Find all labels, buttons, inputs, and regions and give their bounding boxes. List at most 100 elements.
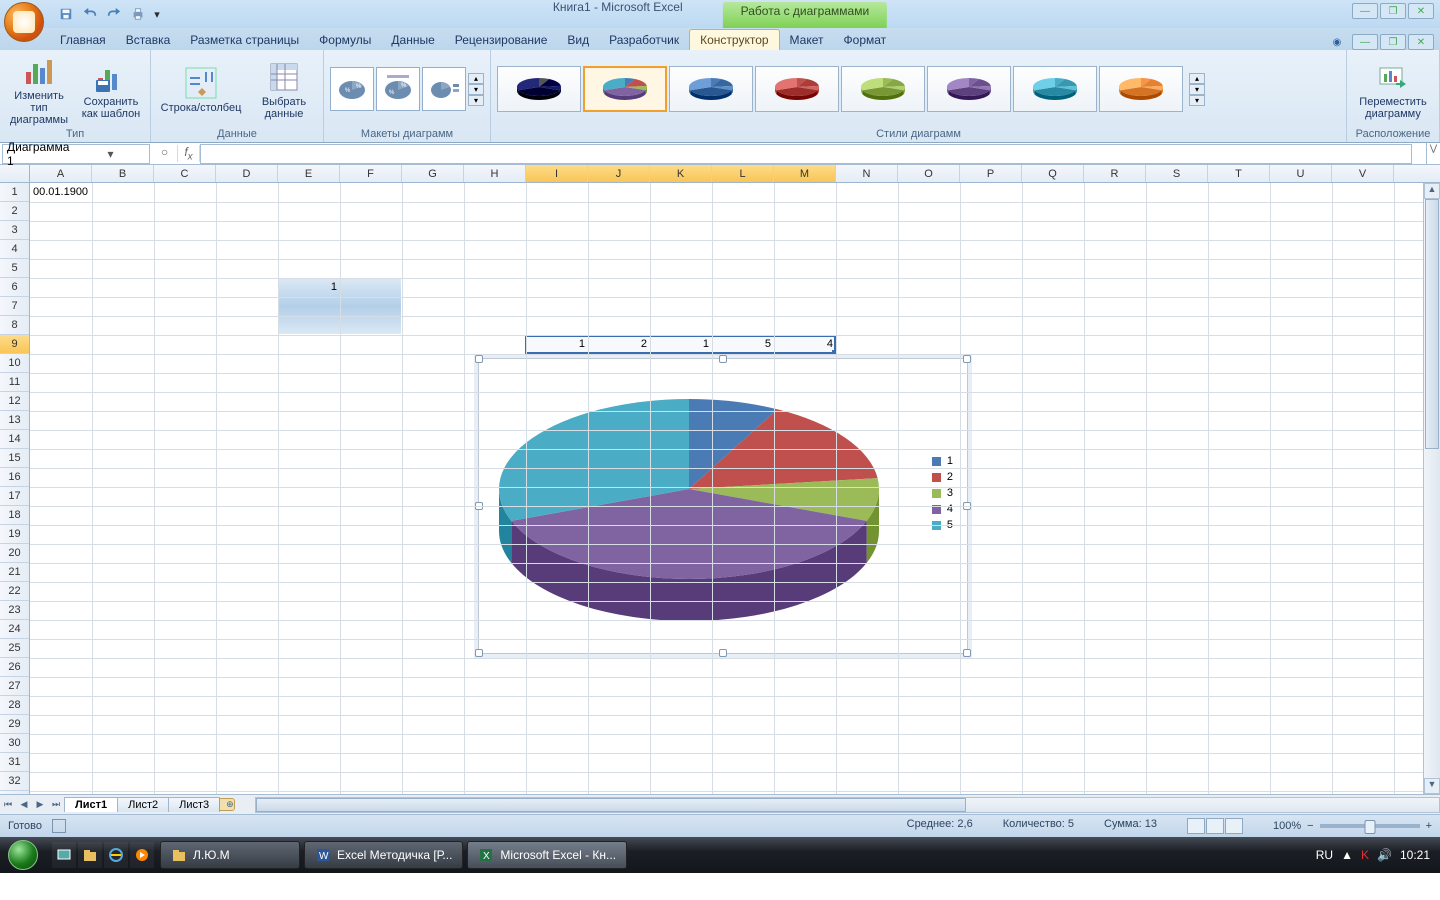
chart-style-3[interactable] xyxy=(669,66,753,112)
ql-explorer-icon[interactable] xyxy=(78,842,102,868)
ribbon-tab-Вид[interactable]: Вид xyxy=(557,30,599,50)
col-header-C[interactable]: C xyxy=(154,165,216,182)
sheet-tab-Лист2[interactable]: Лист2 xyxy=(117,797,169,812)
row-header-9[interactable]: 9 xyxy=(0,335,29,354)
horizontal-scrollbar[interactable] xyxy=(255,797,1440,813)
ql-desktop-icon[interactable] xyxy=(52,842,76,868)
row-header-15[interactable]: 15 xyxy=(0,449,29,468)
row-header-30[interactable]: 30 xyxy=(0,734,29,753)
change-chart-type-button[interactable]: Изменить тип диаграммы xyxy=(6,52,72,126)
help-icon[interactable]: ◉ xyxy=(1324,34,1350,50)
scroll-thumb-v[interactable] xyxy=(1425,199,1439,449)
ribbon-tab-Формулы[interactable]: Формулы xyxy=(309,30,381,50)
row-header-17[interactable]: 17 xyxy=(0,487,29,506)
chart-style-7[interactable] xyxy=(1013,66,1097,112)
row-header-20[interactable]: 20 xyxy=(0,544,29,563)
view-normal-icon[interactable] xyxy=(1187,818,1205,834)
row-header-29[interactable]: 29 xyxy=(0,715,29,734)
doc-restore-button[interactable]: ❐ xyxy=(1380,34,1406,50)
col-header-E[interactable]: E xyxy=(278,165,340,182)
cell-K9[interactable]: 1 xyxy=(650,335,712,354)
macro-record-icon[interactable] xyxy=(52,819,66,833)
doc-minimize-button[interactable]: — xyxy=(1352,34,1378,50)
row-header-23[interactable]: 23 xyxy=(0,601,29,620)
office-button[interactable] xyxy=(4,2,44,42)
taskbar-item-0[interactable]: Л.Ю.М xyxy=(160,841,300,869)
legend-item-4[interactable]: 4 xyxy=(932,503,953,515)
ql-ie-icon[interactable] xyxy=(104,842,128,868)
row-header-28[interactable]: 28 xyxy=(0,696,29,715)
col-header-T[interactable]: T xyxy=(1208,165,1270,182)
col-header-V[interactable]: V xyxy=(1332,165,1394,182)
col-header-U[interactable]: U xyxy=(1270,165,1332,182)
row-header-12[interactable]: 12 xyxy=(0,392,29,411)
sheet-tab-Лист1[interactable]: Лист1 xyxy=(64,797,118,812)
taskbar-item-1[interactable]: WExcel Методичка [Р... xyxy=(304,841,463,869)
row-header-19[interactable]: 19 xyxy=(0,525,29,544)
row-header-18[interactable]: 18 xyxy=(0,506,29,525)
layout-thumb-3[interactable] xyxy=(422,67,466,111)
row-header-26[interactable]: 26 xyxy=(0,658,29,677)
tray-clock[interactable]: 10:21 xyxy=(1400,848,1430,862)
ribbon-tab-Разметка страницы[interactable]: Разметка страницы xyxy=(180,30,309,50)
layout-thumb-2[interactable]: %% xyxy=(376,67,420,111)
ribbon-tab-Главная[interactable]: Главная xyxy=(50,30,116,50)
col-header-B[interactable]: B xyxy=(92,165,154,182)
scroll-up-icon[interactable]: ▲ xyxy=(1424,183,1440,199)
col-header-D[interactable]: D xyxy=(216,165,278,182)
chart-style-2[interactable] xyxy=(583,66,667,112)
legend-item-2[interactable]: 2 xyxy=(932,471,953,483)
qat-print-icon[interactable] xyxy=(128,4,148,24)
ribbon-tab-Макет[interactable]: Макет xyxy=(780,30,834,50)
col-header-S[interactable]: S xyxy=(1146,165,1208,182)
ql-media-icon[interactable] xyxy=(130,842,154,868)
formula-input[interactable] xyxy=(200,144,1412,164)
new-sheet-icon[interactable]: ⊕ xyxy=(219,798,235,811)
ribbon-tab-Данные[interactable]: Данные xyxy=(381,30,444,50)
scroll-down-icon[interactable]: ▼ xyxy=(1424,778,1440,794)
zoom-in-icon[interactable]: + xyxy=(1426,820,1432,832)
col-header-R[interactable]: R xyxy=(1084,165,1146,182)
vertical-scrollbar[interactable]: ▲ ▼ xyxy=(1423,183,1440,794)
tab-nav-next-icon[interactable]: ▶ xyxy=(32,799,48,810)
ribbon-tab-Разработчик[interactable]: Разработчик xyxy=(599,30,689,50)
name-box[interactable]: Диаграмма 1 ▾ xyxy=(2,144,150,164)
styles-scroll[interactable]: ▴▾▾ xyxy=(1189,73,1205,106)
tray-volume-icon[interactable]: 🔊 xyxy=(1377,848,1392,862)
close-button[interactable]: ✕ xyxy=(1408,3,1434,19)
tray-shield-icon[interactable]: ▲ xyxy=(1341,848,1353,862)
row-header-32[interactable]: 32 xyxy=(0,772,29,791)
col-header-L[interactable]: L xyxy=(712,165,774,182)
view-layout-icon[interactable] xyxy=(1206,818,1224,834)
layout-thumb-1[interactable]: %% xyxy=(330,67,374,111)
chart-style-4[interactable] xyxy=(755,66,839,112)
cell-J9[interactable]: 2 xyxy=(588,335,650,354)
row-header-21[interactable]: 21 xyxy=(0,563,29,582)
qat-redo-icon[interactable] xyxy=(104,4,124,24)
ribbon-tab-Рецензирование[interactable]: Рецензирование xyxy=(445,30,558,50)
start-button[interactable] xyxy=(0,837,46,873)
formula-expand-icon[interactable]: ⋁ xyxy=(1426,143,1440,165)
move-chart-button[interactable]: Переместить диаграмму xyxy=(1353,58,1433,120)
row-header-4[interactable]: 4 xyxy=(0,240,29,259)
row-header-16[interactable]: 16 xyxy=(0,468,29,487)
col-header-H[interactable]: H xyxy=(464,165,526,182)
col-header-O[interactable]: O xyxy=(898,165,960,182)
col-header-M[interactable]: M xyxy=(774,165,836,182)
ribbon-tab-Конструктор[interactable]: Конструктор xyxy=(689,29,779,50)
tab-nav-prev-icon[interactable]: ◀ xyxy=(16,799,32,810)
col-header-A[interactable]: A xyxy=(30,165,92,182)
save-template-button[interactable]: Сохранить как шаблон xyxy=(78,58,144,120)
row-header-13[interactable]: 13 xyxy=(0,411,29,430)
cell-L9[interactable]: 5 xyxy=(712,335,774,354)
fx-icon[interactable]: fx xyxy=(178,145,200,162)
doc-close-button[interactable]: ✕ xyxy=(1408,34,1434,50)
chart-style-8[interactable] xyxy=(1099,66,1183,112)
tray-kaspersky-icon[interactable]: K xyxy=(1361,848,1369,862)
col-header-N[interactable]: N xyxy=(836,165,898,182)
view-break-icon[interactable] xyxy=(1225,818,1243,834)
chart-style-6[interactable] xyxy=(927,66,1011,112)
select-all-corner[interactable] xyxy=(0,165,30,182)
row-header-11[interactable]: 11 xyxy=(0,373,29,392)
tab-nav-first-icon[interactable]: ⏮ xyxy=(0,799,16,810)
